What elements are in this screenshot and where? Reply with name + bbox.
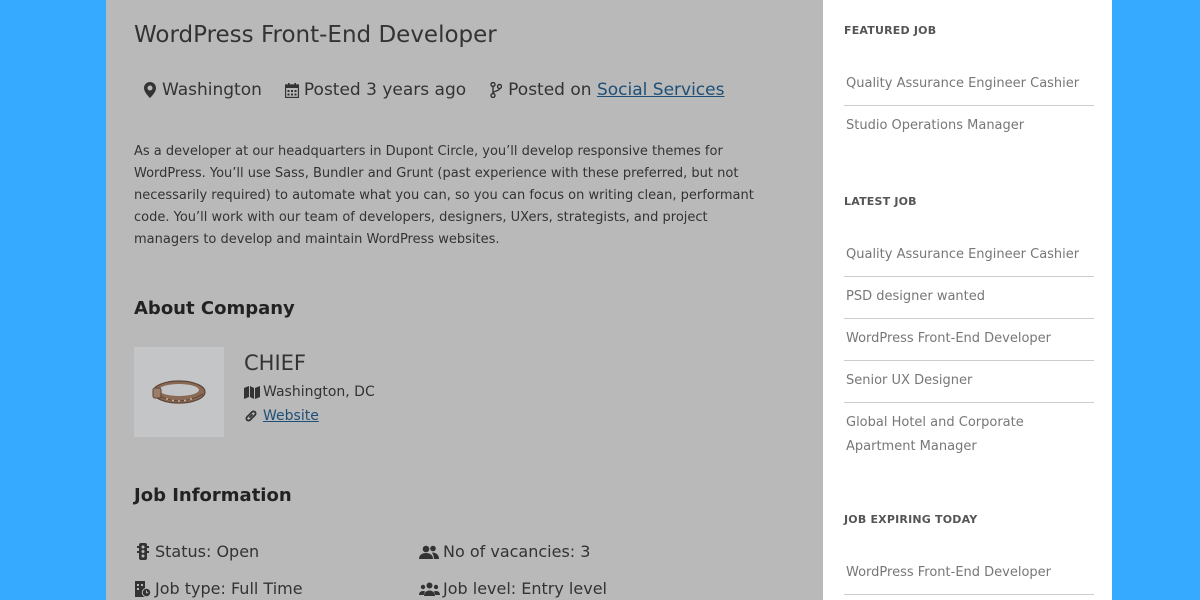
featured-job-list: Quality Assurance Engineer Cashier Studi… <box>844 64 1094 147</box>
latest-job-item[interactable]: Senior UX Designer <box>844 361 1094 403</box>
job-level-text: Job level: Entry level <box>443 579 607 598</box>
map-icon <box>244 385 260 399</box>
featured-job-item[interactable]: Studio Operations Manager <box>844 106 1094 147</box>
about-company-heading: About Company <box>134 298 295 319</box>
job-location-text: Washington <box>162 80 262 100</box>
company-location-text: Washington, DC <box>263 384 375 400</box>
website-link[interactable]: Website <box>263 408 319 424</box>
job-status: Status: Open <box>134 542 259 561</box>
company-logo <box>134 347 224 437</box>
posted-on-label: Posted on <box>508 80 592 100</box>
job-expiring-list: WordPress Front-End Developer <box>844 553 1094 595</box>
job-description: As a developer at our headquarters in Du… <box>134 144 754 247</box>
belt-logo-icon <box>152 380 206 404</box>
traffic-light-icon <box>134 543 152 560</box>
group-icon <box>418 582 440 596</box>
job-location: Washington <box>142 80 262 100</box>
job-posted-text: Posted 3 years ago <box>303 80 467 100</box>
job-type: Job type: Full Time <box>134 579 303 598</box>
users-icon <box>418 545 440 559</box>
map-marker-icon <box>142 81 158 99</box>
job-posted: Posted 3 years ago <box>284 80 466 100</box>
link-icon <box>244 409 260 423</box>
expiring-job-item[interactable]: WordPress Front-End Developer <box>844 553 1094 595</box>
job-level: Job level: Entry level <box>418 579 607 598</box>
job-type-text: Job type: Full Time <box>155 579 303 598</box>
latest-job-item[interactable]: WordPress Front-End Developer <box>844 319 1094 361</box>
company-website: Website <box>244 408 319 424</box>
briefcase-clock-icon <box>134 580 152 597</box>
job-expiring-heading: JOB EXPIRING TODAY <box>844 513 978 526</box>
latest-job-item[interactable]: Global Hotel and Corporate Apartment Man… <box>844 403 1094 468</box>
latest-job-item[interactable]: Quality Assurance Engineer Cashier <box>844 235 1094 277</box>
job-vacancies: No of vacancies: 3 <box>418 542 590 561</box>
job-meta: Washington Posted 3 years ago Posted on … <box>142 80 746 100</box>
job-detail-panel: WordPress Front-End Developer Washington… <box>106 0 823 600</box>
job-vacancies-text: No of vacancies: 3 <box>443 542 591 561</box>
job-information-heading: Job Information <box>134 485 292 506</box>
calendar-icon <box>284 81 300 99</box>
latest-job-heading: LATEST JOB <box>844 195 917 208</box>
featured-job-item[interactable]: Quality Assurance Engineer Cashier <box>844 64 1094 106</box>
job-title: WordPress Front-End Developer <box>134 22 497 48</box>
sidebar: FEATURED JOB Quality Assurance Engineer … <box>823 0 1112 600</box>
company-location: Washington, DC <box>244 384 375 400</box>
latest-job-list: Quality Assurance Engineer Cashier PSD d… <box>844 235 1094 468</box>
latest-job-item[interactable]: PSD designer wanted <box>844 277 1094 319</box>
company-name: CHIEF <box>244 351 306 375</box>
job-status-text: Status: Open <box>155 542 260 561</box>
category-link[interactable]: Social Services <box>597 80 725 100</box>
featured-job-heading: FEATURED JOB <box>844 24 937 37</box>
branch-icon <box>488 81 504 99</box>
job-category: Posted on Social Services <box>488 80 724 100</box>
